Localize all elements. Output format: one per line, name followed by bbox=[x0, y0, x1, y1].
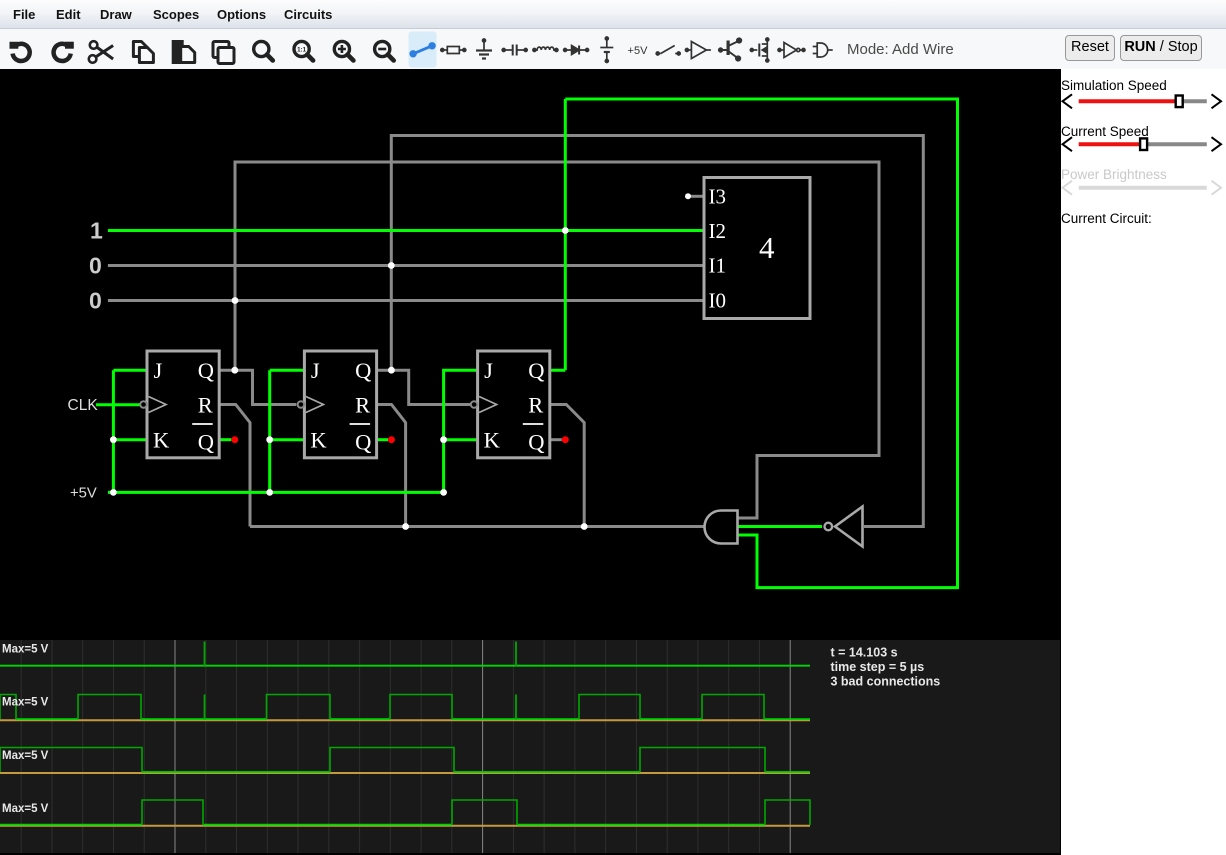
svg-text:J: J bbox=[484, 358, 493, 383]
svg-text:time step = 5 µs: time step = 5 µs bbox=[831, 660, 925, 674]
svg-text:K: K bbox=[484, 428, 501, 453]
svg-text:Q: Q bbox=[528, 430, 544, 455]
svg-text:K: K bbox=[153, 428, 170, 453]
svg-text:Max=5 V: Max=5 V bbox=[2, 644, 49, 656]
svg-text:R: R bbox=[355, 393, 370, 418]
svg-text:Max=5 V: Max=5 V bbox=[2, 750, 49, 762]
svg-text:t = 14.103 s: t = 14.103 s bbox=[831, 646, 898, 660]
svg-text:R: R bbox=[198, 393, 213, 418]
svg-text:+5V: +5V bbox=[628, 45, 649, 57]
svg-text:J: J bbox=[154, 358, 163, 383]
svg-text:3 bad connections: 3 bad connections bbox=[831, 675, 941, 689]
svg-text:I2: I2 bbox=[709, 219, 727, 243]
svg-text:I0: I0 bbox=[709, 288, 727, 312]
svg-text:1:1: 1:1 bbox=[297, 47, 307, 54]
svg-text:K: K bbox=[310, 428, 327, 453]
svg-text:I1: I1 bbox=[709, 254, 727, 278]
svg-text:I3: I3 bbox=[709, 184, 727, 208]
svg-text:Q: Q bbox=[198, 358, 214, 383]
svg-text:CLK: CLK bbox=[68, 397, 99, 414]
svg-text:Max=5 V: Max=5 V bbox=[2, 803, 49, 815]
svg-text:1: 1 bbox=[90, 218, 103, 244]
svg-text:Q: Q bbox=[528, 358, 544, 383]
svg-text:4: 4 bbox=[759, 230, 775, 265]
svg-text:R: R bbox=[528, 393, 543, 418]
svg-text:Q: Q bbox=[355, 358, 371, 383]
svg-text:0: 0 bbox=[89, 288, 102, 314]
svg-text:Max=5 V: Max=5 V bbox=[2, 697, 49, 709]
svg-text:+5V: +5V bbox=[70, 485, 97, 501]
svg-text:0: 0 bbox=[89, 253, 102, 279]
svg-text:J: J bbox=[311, 358, 320, 383]
svg-text:Q: Q bbox=[355, 430, 371, 455]
svg-text:Q: Q bbox=[198, 430, 214, 455]
